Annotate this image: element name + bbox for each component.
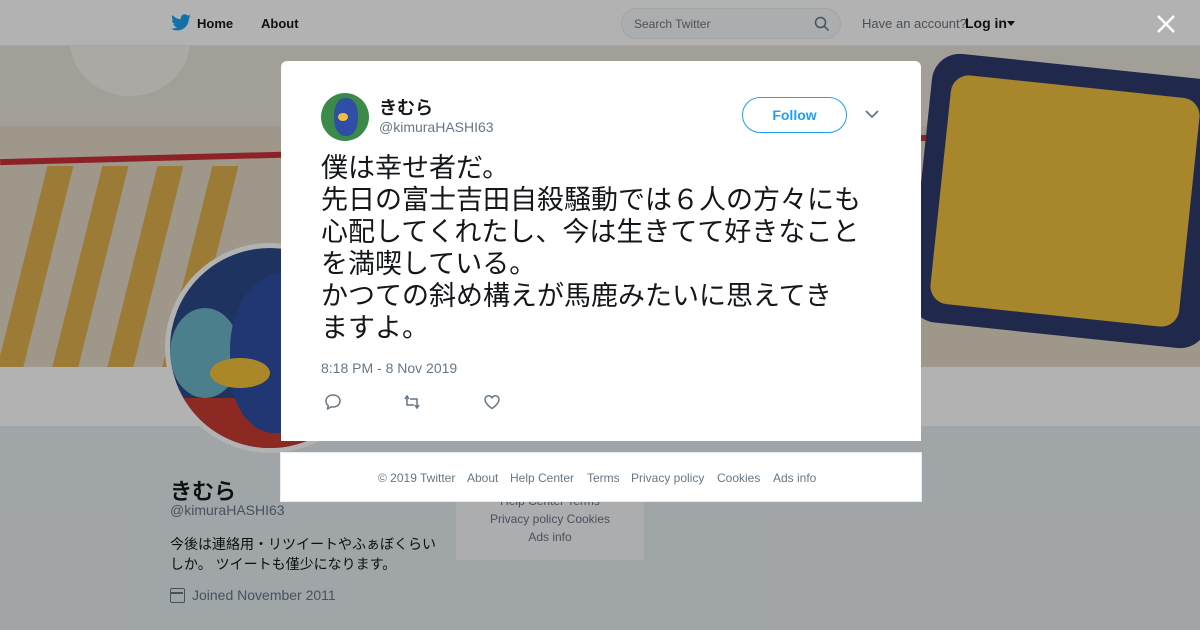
- footer-help-link[interactable]: Help Center: [510, 471, 574, 485]
- chevron-down-icon[interactable]: [864, 108, 880, 120]
- tweet-author-name[interactable]: きむら: [379, 94, 433, 120]
- footer-cookies-link[interactable]: Cookies: [717, 471, 760, 485]
- tweet-text-line: ますよ。: [321, 313, 429, 344]
- tweet-modal: きむら @kimuraHASHI63 Follow 僕は幸せ者だ。 先日の富士吉…: [281, 61, 921, 441]
- footer-terms-link[interactable]: Terms: [587, 471, 620, 485]
- retweet-icon[interactable]: [402, 392, 422, 412]
- tweet-text-line: 先日の富士吉田自殺騒動では６人の方々にも: [321, 185, 861, 216]
- footer-privacy-link[interactable]: Privacy policy: [631, 471, 704, 485]
- tweet-author-avatar[interactable]: [321, 93, 369, 141]
- tweet-text-line: 僕は幸せ者だ。: [321, 153, 510, 184]
- tweet-text: 僕は幸せ者だ。 先日の富士吉田自殺騒動では６人の方々にも 心配してくれたし、今は…: [321, 153, 891, 345]
- avatar-beak: [338, 113, 348, 121]
- tweet-timestamp[interactable]: 8:18 PM - 8 Nov 2019: [321, 360, 457, 376]
- tweet-author-handle[interactable]: @kimuraHASHI63: [379, 119, 494, 135]
- modal-footer: © 2019 Twitter About Help Center Terms P…: [280, 452, 922, 502]
- tweet-text-line: を満喫している。: [321, 249, 537, 280]
- reply-icon[interactable]: [323, 392, 343, 412]
- close-icon[interactable]: [1155, 13, 1177, 35]
- footer-ads-link[interactable]: Ads info: [773, 471, 816, 485]
- footer-copyright: © 2019 Twitter: [378, 471, 456, 485]
- tweet-text-line: かつての斜め構えが馬鹿みたいに思えてき: [321, 281, 832, 312]
- footer-about-link[interactable]: About: [467, 471, 498, 485]
- follow-button[interactable]: Follow: [742, 97, 847, 133]
- heart-icon[interactable]: [482, 392, 502, 412]
- tweet-text-line: 心配してくれたし、今は生きてて好きなこと: [321, 217, 860, 248]
